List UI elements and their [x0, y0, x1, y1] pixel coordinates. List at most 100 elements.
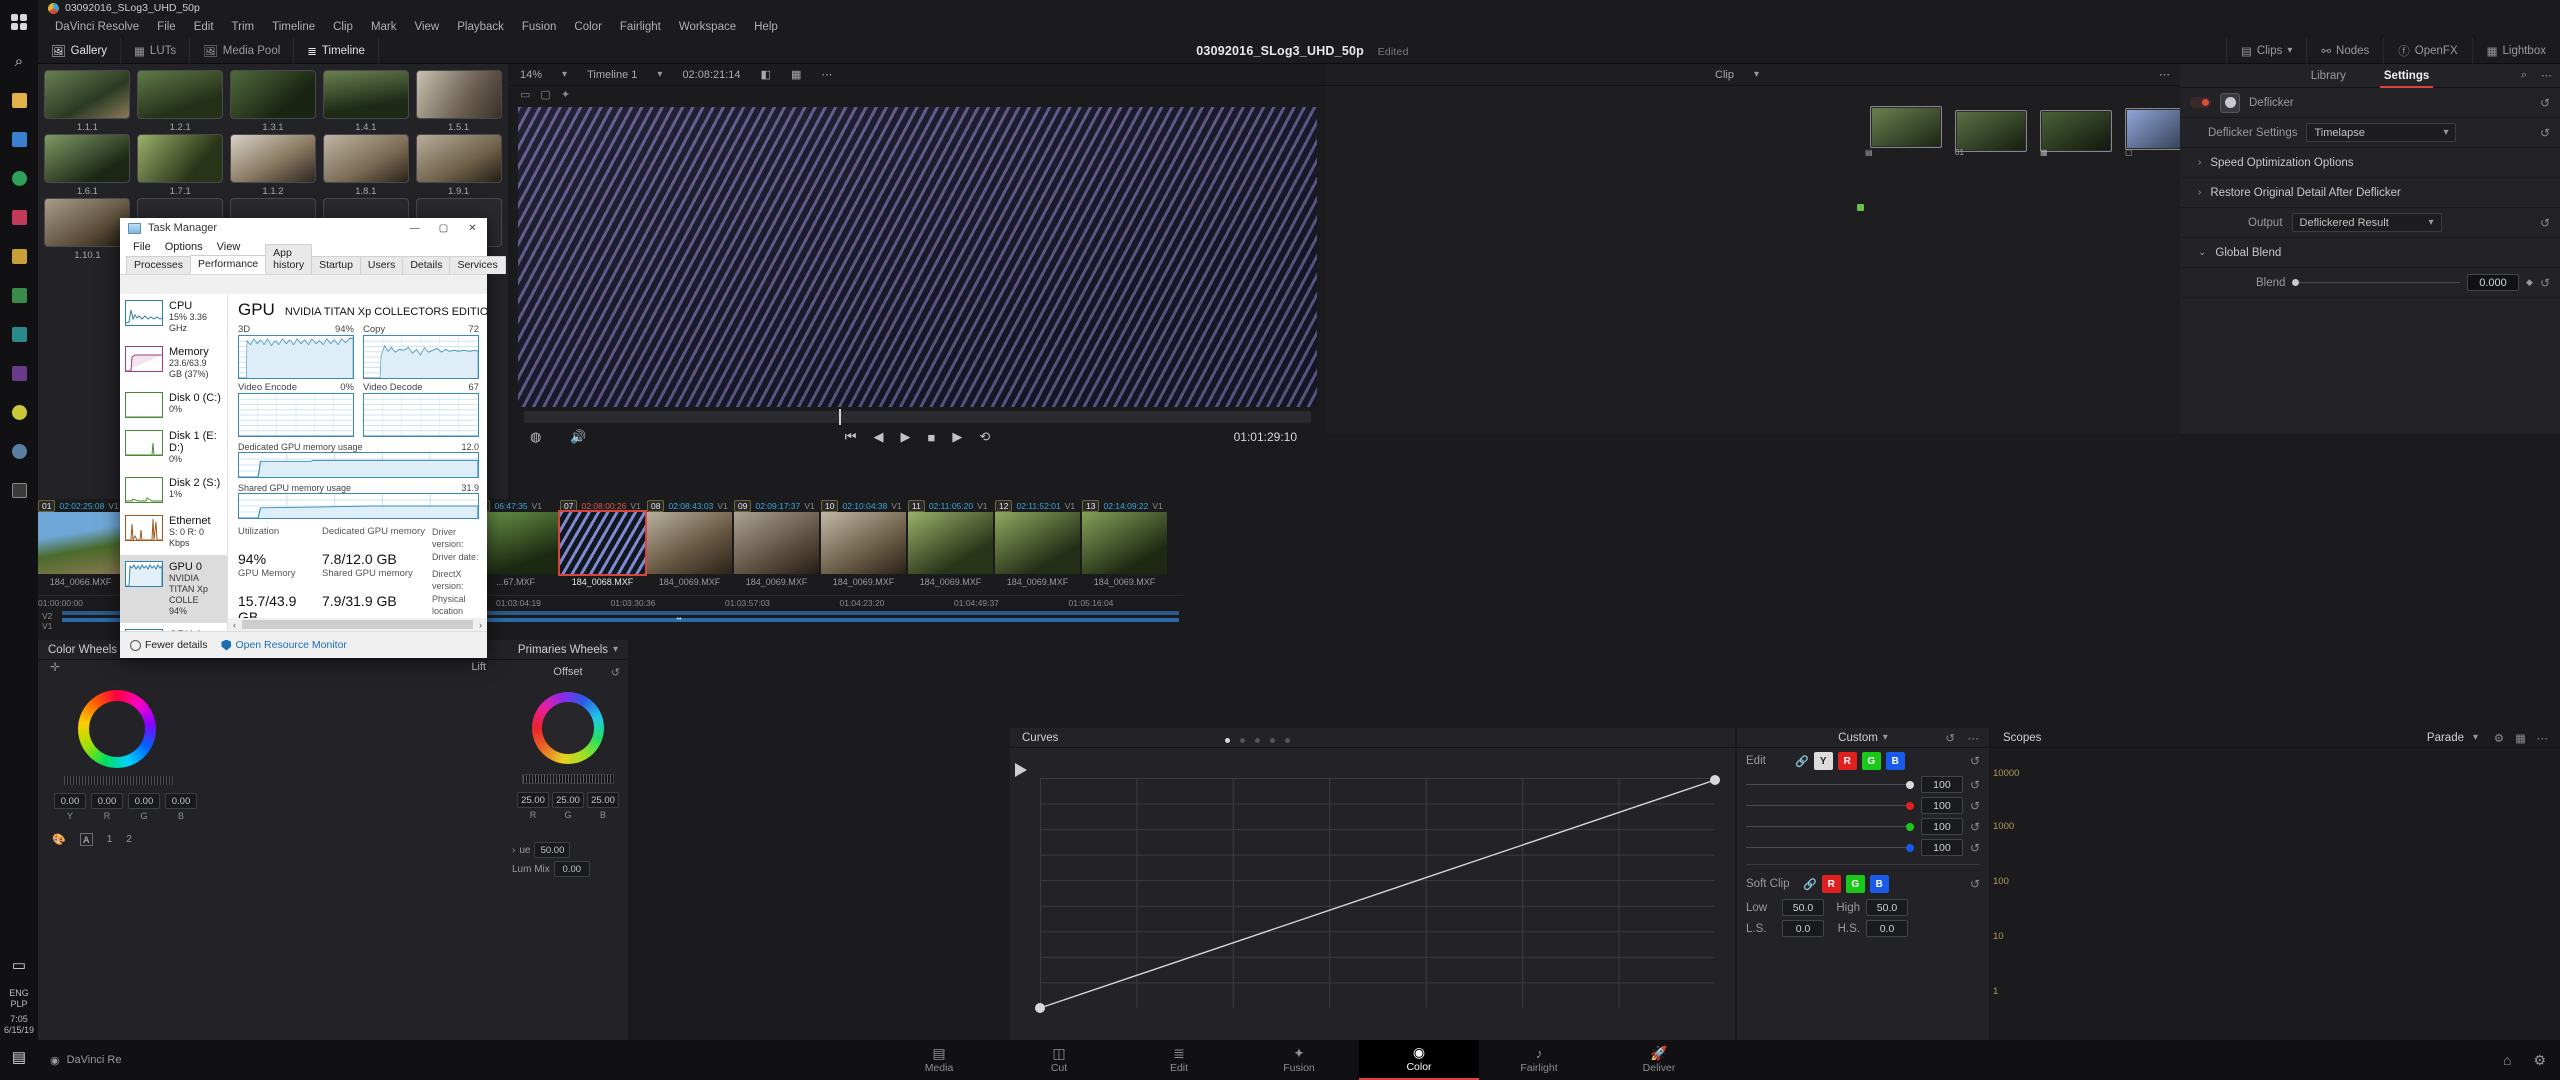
luts-button[interactable]: ▦ LUTs — [121, 37, 191, 64]
tab-library[interactable]: Library — [2307, 64, 2350, 88]
menu-item-12[interactable]: Workspace — [670, 16, 745, 38]
stop-icon[interactable]: ■ — [927, 430, 935, 445]
scroll-right-arrow[interactable]: › — [474, 620, 487, 630]
menu-item-11[interactable]: Fairlight — [611, 16, 670, 38]
node-item[interactable] — [1870, 106, 1942, 148]
gallery-thumbnail[interactable] — [415, 134, 502, 183]
menu-item-0[interactable]: DaVinci Resolve — [46, 16, 148, 38]
store-icon[interactable] — [4, 240, 34, 272]
folder-icon[interactable] — [4, 84, 34, 116]
gallery-item[interactable]: 1.6.1 — [42, 134, 133, 197]
picker-icon[interactable]: ✛ — [38, 660, 72, 674]
chevron-down-icon[interactable]: ▾ — [2473, 732, 2478, 743]
version-2-label[interactable]: 2 — [126, 834, 132, 845]
tab-details[interactable]: Details — [402, 256, 451, 274]
clip-thumbnail[interactable] — [908, 512, 993, 574]
audio-icon[interactable]: ◍ — [530, 429, 541, 445]
lift-master-slider[interactable] — [64, 776, 174, 785]
speaker-icon[interactable]: 🔊 — [570, 429, 586, 445]
offset-color-wheel[interactable] — [532, 692, 604, 764]
page-cut[interactable]: ◫ Cut — [999, 1040, 1119, 1080]
gallery-thumbnail[interactable] — [322, 70, 409, 119]
channel-r-button[interactable]: R — [1837, 752, 1857, 770]
task-manager-window[interactable]: Task Manager — ▢ ✕ File Options View Pro… — [120, 218, 506, 658]
scroll-left-arrow[interactable]: ‹ — [228, 620, 241, 630]
open-resource-monitor-link[interactable]: Open Resource Monitor — [221, 639, 347, 651]
offset-r-value[interactable]: 25.00 — [517, 792, 549, 808]
menu-item-6[interactable]: Mark — [362, 16, 406, 38]
clip-thumbnail[interactable] — [995, 512, 1080, 574]
reset-icon[interactable]: ↺ — [1970, 754, 1980, 768]
speed-optimization-group[interactable]: › Speed Optimization Options — [2180, 148, 2560, 178]
page-color[interactable]: ◉ Color — [1359, 1040, 1479, 1080]
resolve-taskbar-icon[interactable] — [4, 435, 34, 467]
timeline-clip[interactable]: 11 02:11:05:20 V1 184_0069.MXF — [908, 500, 993, 595]
color-wheel-mode-icon[interactable]: 🎨 — [52, 833, 66, 846]
tab-services[interactable]: Services — [449, 256, 506, 274]
viewer-scrub-bar[interactable] — [524, 409, 1311, 425]
effect-enable-toggle[interactable] — [2190, 97, 2211, 108]
timeline-clip[interactable]: 08 02:08:43:03 V1 184_0069.MXF — [647, 500, 732, 595]
menu-item-8[interactable]: Playback — [448, 16, 513, 38]
project-manager-icon[interactable]: ⌂ — [2503, 1052, 2511, 1069]
page-fusion[interactable]: ✦ Fusion — [1239, 1040, 1359, 1080]
output-select[interactable]: Deflickered Result ▾ — [2291, 213, 2442, 232]
node-item[interactable] — [1955, 110, 2027, 152]
menu-view[interactable]: View — [210, 241, 248, 253]
reset-icon[interactable]: ↺ — [1970, 820, 1980, 834]
high-value[interactable]: 50.0 — [1866, 899, 1908, 916]
version-a-button[interactable]: A — [79, 833, 93, 846]
gallery-item[interactable]: 1.2.1 — [135, 70, 226, 133]
viewer-zoom[interactable]: 14% — [510, 64, 552, 86]
channel-y-slider[interactable] — [1746, 780, 1914, 789]
clips-button[interactable]: ▤ Clips ▾ — [2225, 37, 2306, 64]
node-more-icon[interactable]: ⋯ — [2149, 64, 2180, 86]
terminal-icon[interactable] — [4, 474, 34, 506]
custom-header[interactable]: Custom ▾ ↺ ⋯ — [1737, 728, 1989, 748]
menu-item-4[interactable]: Timeline — [263, 16, 324, 38]
gallery-item[interactable]: 1.7.1 — [135, 134, 226, 197]
gallery-thumbnail[interactable] — [229, 134, 316, 183]
app-purple-icon[interactable] — [4, 357, 34, 389]
page-fairlight[interactable]: ♪ Fairlight — [1479, 1040, 1599, 1080]
node-panel-title[interactable]: Clip — [1705, 64, 1744, 86]
more-options-icon[interactable]: ⋯ — [811, 64, 842, 86]
node-item[interactable] — [2040, 110, 2112, 152]
tab-startup[interactable]: Startup — [311, 256, 361, 274]
menu-item-13[interactable]: Help — [745, 16, 787, 38]
reset-icon[interactable]: ↺ — [1970, 778, 1980, 792]
gallery-thumbnail[interactable] — [44, 70, 131, 119]
app-green-icon[interactable] — [4, 279, 34, 311]
sidebar-item-disk1[interactable]: Disk 1 (E: D:) 0% — [120, 424, 227, 471]
channel-y-value[interactable]: 100 — [1920, 776, 1963, 793]
clock-date[interactable]: 6/15/19 — [4, 1025, 34, 1036]
ls-value[interactable]: 0.0 — [1782, 920, 1824, 937]
search-icon[interactable]: ⌕ — [4, 45, 34, 77]
lift-b-value[interactable]: 0.00 — [165, 793, 197, 809]
reset-icon[interactable]: ↺ — [611, 666, 620, 679]
gallery-item[interactable]: 1.3.1 — [228, 70, 319, 133]
step-back-icon[interactable]: ◀ — [873, 429, 883, 445]
chevron-right-icon[interactable]: › — [512, 845, 515, 856]
tab-users[interactable]: Users — [359, 256, 404, 274]
menu-file[interactable]: File — [126, 241, 158, 253]
low-value[interactable]: 50.0 — [1782, 899, 1824, 916]
play-reverse-icon[interactable]: ▶ — [900, 429, 910, 445]
app-yellow-icon[interactable] — [4, 396, 34, 428]
reset-icon[interactable]: ↺ — [2540, 276, 2550, 290]
channel-r-slider[interactable] — [1746, 801, 1914, 810]
link-icon[interactable]: 🔗 — [1803, 878, 1817, 891]
channel-b-slider[interactable] — [1746, 843, 1914, 852]
gallery-button[interactable]: 🖼 Gallery — [38, 37, 122, 64]
step-forward-icon[interactable]: ▶ — [952, 429, 962, 445]
gallery-thumbnail[interactable] — [415, 70, 502, 119]
restore-detail-group[interactable]: › Restore Original Detail After Deflicke… — [2180, 178, 2560, 208]
offset-g-value[interactable]: 25.00 — [552, 792, 584, 808]
channel-b-button[interactable]: B — [1885, 752, 1905, 770]
menu-item-2[interactable]: Edit — [185, 16, 223, 38]
media-pool-button[interactable]: 🖼 Media Pool — [190, 37, 295, 64]
channel-g-value[interactable]: 100 — [1920, 818, 1963, 835]
grid-icon[interactable]: ▦ — [781, 64, 811, 86]
close-button[interactable]: ✕ — [458, 218, 487, 238]
viewer-tool-1-icon[interactable]: ▭ — [520, 88, 530, 101]
